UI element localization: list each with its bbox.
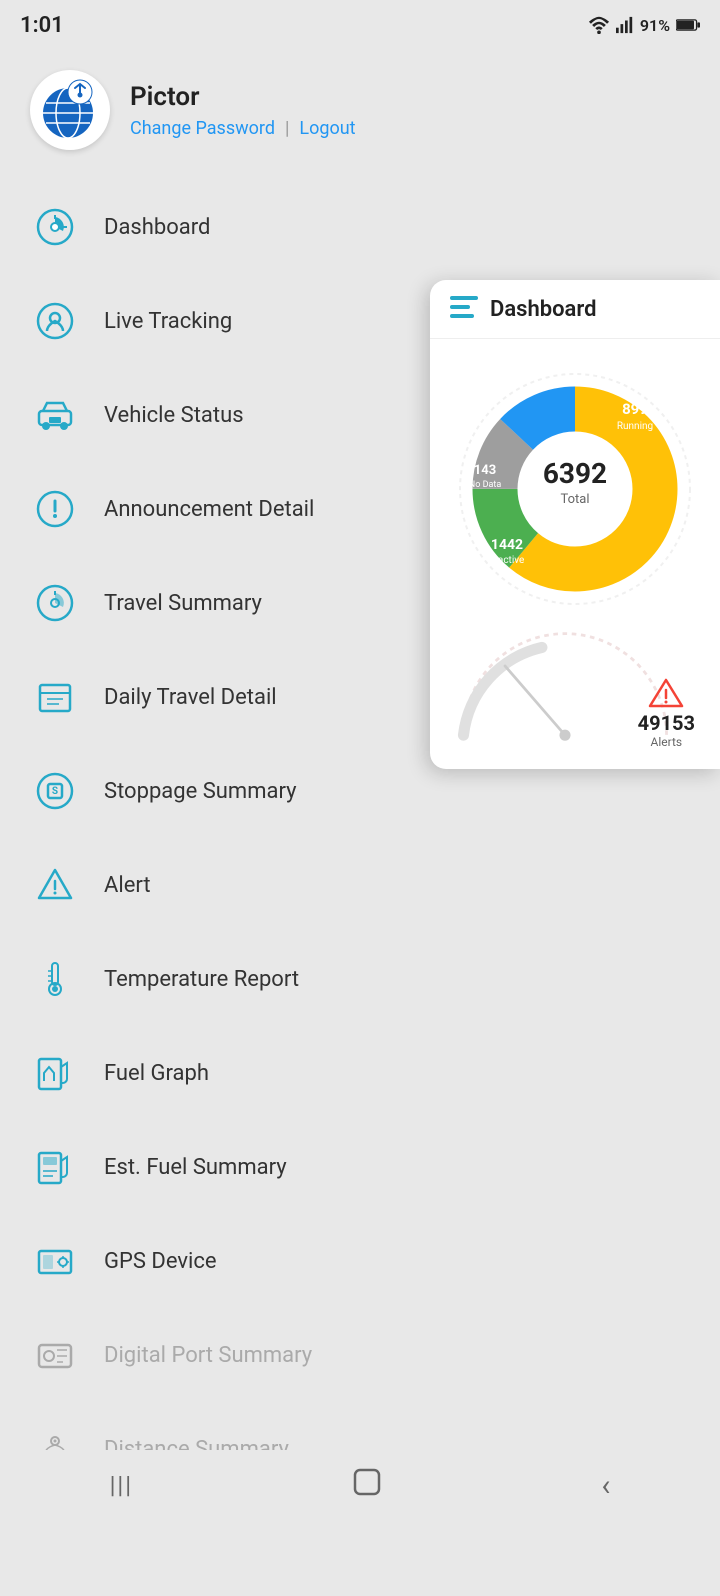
status-time: 1:01 xyxy=(20,13,64,38)
temperature-icon xyxy=(30,954,80,1004)
sidebar-item-label-fuel-graph: Fuel Graph xyxy=(104,1061,209,1086)
svg-text:6392: 6392 xyxy=(543,457,607,490)
logout-link[interactable]: Logout xyxy=(299,118,355,139)
sidebar-item-alert[interactable]: Alert xyxy=(0,838,720,932)
sidebar-item-label-stoppage: Stoppage Summary xyxy=(104,779,297,804)
digital-port-icon xyxy=(30,1330,80,1380)
back-button[interactable]: ‹ xyxy=(601,1468,610,1503)
dashboard-icon xyxy=(30,202,80,252)
sidebar-item-label-temperature: Temperature Report xyxy=(104,967,299,992)
fuel-graph-icon xyxy=(30,1048,80,1098)
alert-info: 49153 Alerts xyxy=(638,677,695,749)
battery-text: 91% xyxy=(640,16,670,35)
sidebar-item-label-digital-port: Digital Port Summary xyxy=(104,1343,312,1368)
alert-label: Alerts xyxy=(651,735,683,749)
travel-summary-icon xyxy=(30,578,80,628)
dashboard-panel-title: Dashboard xyxy=(490,297,596,322)
dashboard-chart-area: 6392 Total 899 Running 143 No Data 1442 … xyxy=(430,339,720,769)
profile-header: Pictor Change Password | Logout xyxy=(0,50,720,180)
sidebar-item-label-alert: Alert xyxy=(104,873,151,898)
donut-chart: 6392 Total 899 Running 143 No Data 1442 … xyxy=(445,359,705,619)
battery-icon xyxy=(676,18,700,32)
svg-text:899: 899 xyxy=(622,400,648,418)
sidebar-item-label-live-tracking: Live Tracking xyxy=(104,309,232,334)
sidebar-item-label-travel-summary: Travel Summary xyxy=(104,591,262,616)
sidebar-item-label-fuel-summary: Est. Fuel Summary xyxy=(104,1155,287,1180)
gps-icon xyxy=(30,1236,80,1286)
menu-lines-icon[interactable] xyxy=(450,296,478,322)
alert-count: 49153 xyxy=(638,711,695,735)
alert-triangle-icon xyxy=(648,677,684,709)
fuel-summary-icon xyxy=(30,1142,80,1192)
change-password-link[interactable]: Change Password xyxy=(130,118,275,139)
svg-text:Total: Total xyxy=(560,492,589,507)
sidebar-item-label-vehicle-status: Vehicle Status xyxy=(104,403,244,428)
bottom-nav: ||| ‹ xyxy=(0,1450,720,1520)
svg-text:No Data: No Data xyxy=(469,480,502,490)
signal-icon xyxy=(616,16,634,34)
status-icons: 91% xyxy=(588,16,700,35)
stoppage-icon: S xyxy=(30,766,80,816)
announcement-icon xyxy=(30,484,80,534)
status-bar: 1:01 91% xyxy=(0,0,720,50)
profile-link-divider: | xyxy=(285,118,289,139)
sidebar-item-digital-port[interactable]: Digital Port Summary xyxy=(0,1308,720,1402)
sidebar-item-label-gps: GPS Device xyxy=(104,1249,217,1274)
profile-info: Pictor Change Password | Logout xyxy=(130,82,356,139)
live-tracking-icon xyxy=(30,296,80,346)
profile-avatar xyxy=(30,70,110,150)
svg-text:Running: Running xyxy=(617,421,653,432)
sidebar-item-label-dashboard: Dashboard xyxy=(104,215,210,240)
svg-text:S: S xyxy=(52,786,58,797)
alert-icon xyxy=(30,860,80,910)
daily-travel-icon xyxy=(30,672,80,722)
dashboard-panel: Dashboard xyxy=(430,280,720,769)
sidebar-item-temperature[interactable]: Temperature Report xyxy=(0,932,720,1026)
sidebar-item-gps[interactable]: GPS Device xyxy=(0,1214,720,1308)
sidebar-item-dashboard[interactable]: Dashboard xyxy=(0,180,720,274)
vehicle-status-icon xyxy=(30,390,80,440)
sidebar-item-label-daily-travel: Daily Travel Detail xyxy=(104,685,277,710)
home-button[interactable] xyxy=(352,1467,382,1504)
svg-text:1442: 1442 xyxy=(491,537,523,553)
profile-name: Pictor xyxy=(130,82,356,112)
wifi-icon xyxy=(588,16,610,34)
profile-links: Change Password | Logout xyxy=(130,118,356,139)
sidebar-item-fuel-graph[interactable]: Fuel Graph xyxy=(0,1026,720,1120)
svg-text:Inactive: Inactive xyxy=(490,555,525,566)
sidebar-item-label-announcement: Announcement Detail xyxy=(104,497,314,522)
recent-apps-button[interactable]: ||| xyxy=(110,1471,134,1499)
svg-text:143: 143 xyxy=(474,463,496,478)
profile-logo-icon xyxy=(38,78,103,143)
sidebar-item-fuel-summary[interactable]: Est. Fuel Summary xyxy=(0,1120,720,1214)
dashboard-panel-header: Dashboard xyxy=(430,280,720,339)
